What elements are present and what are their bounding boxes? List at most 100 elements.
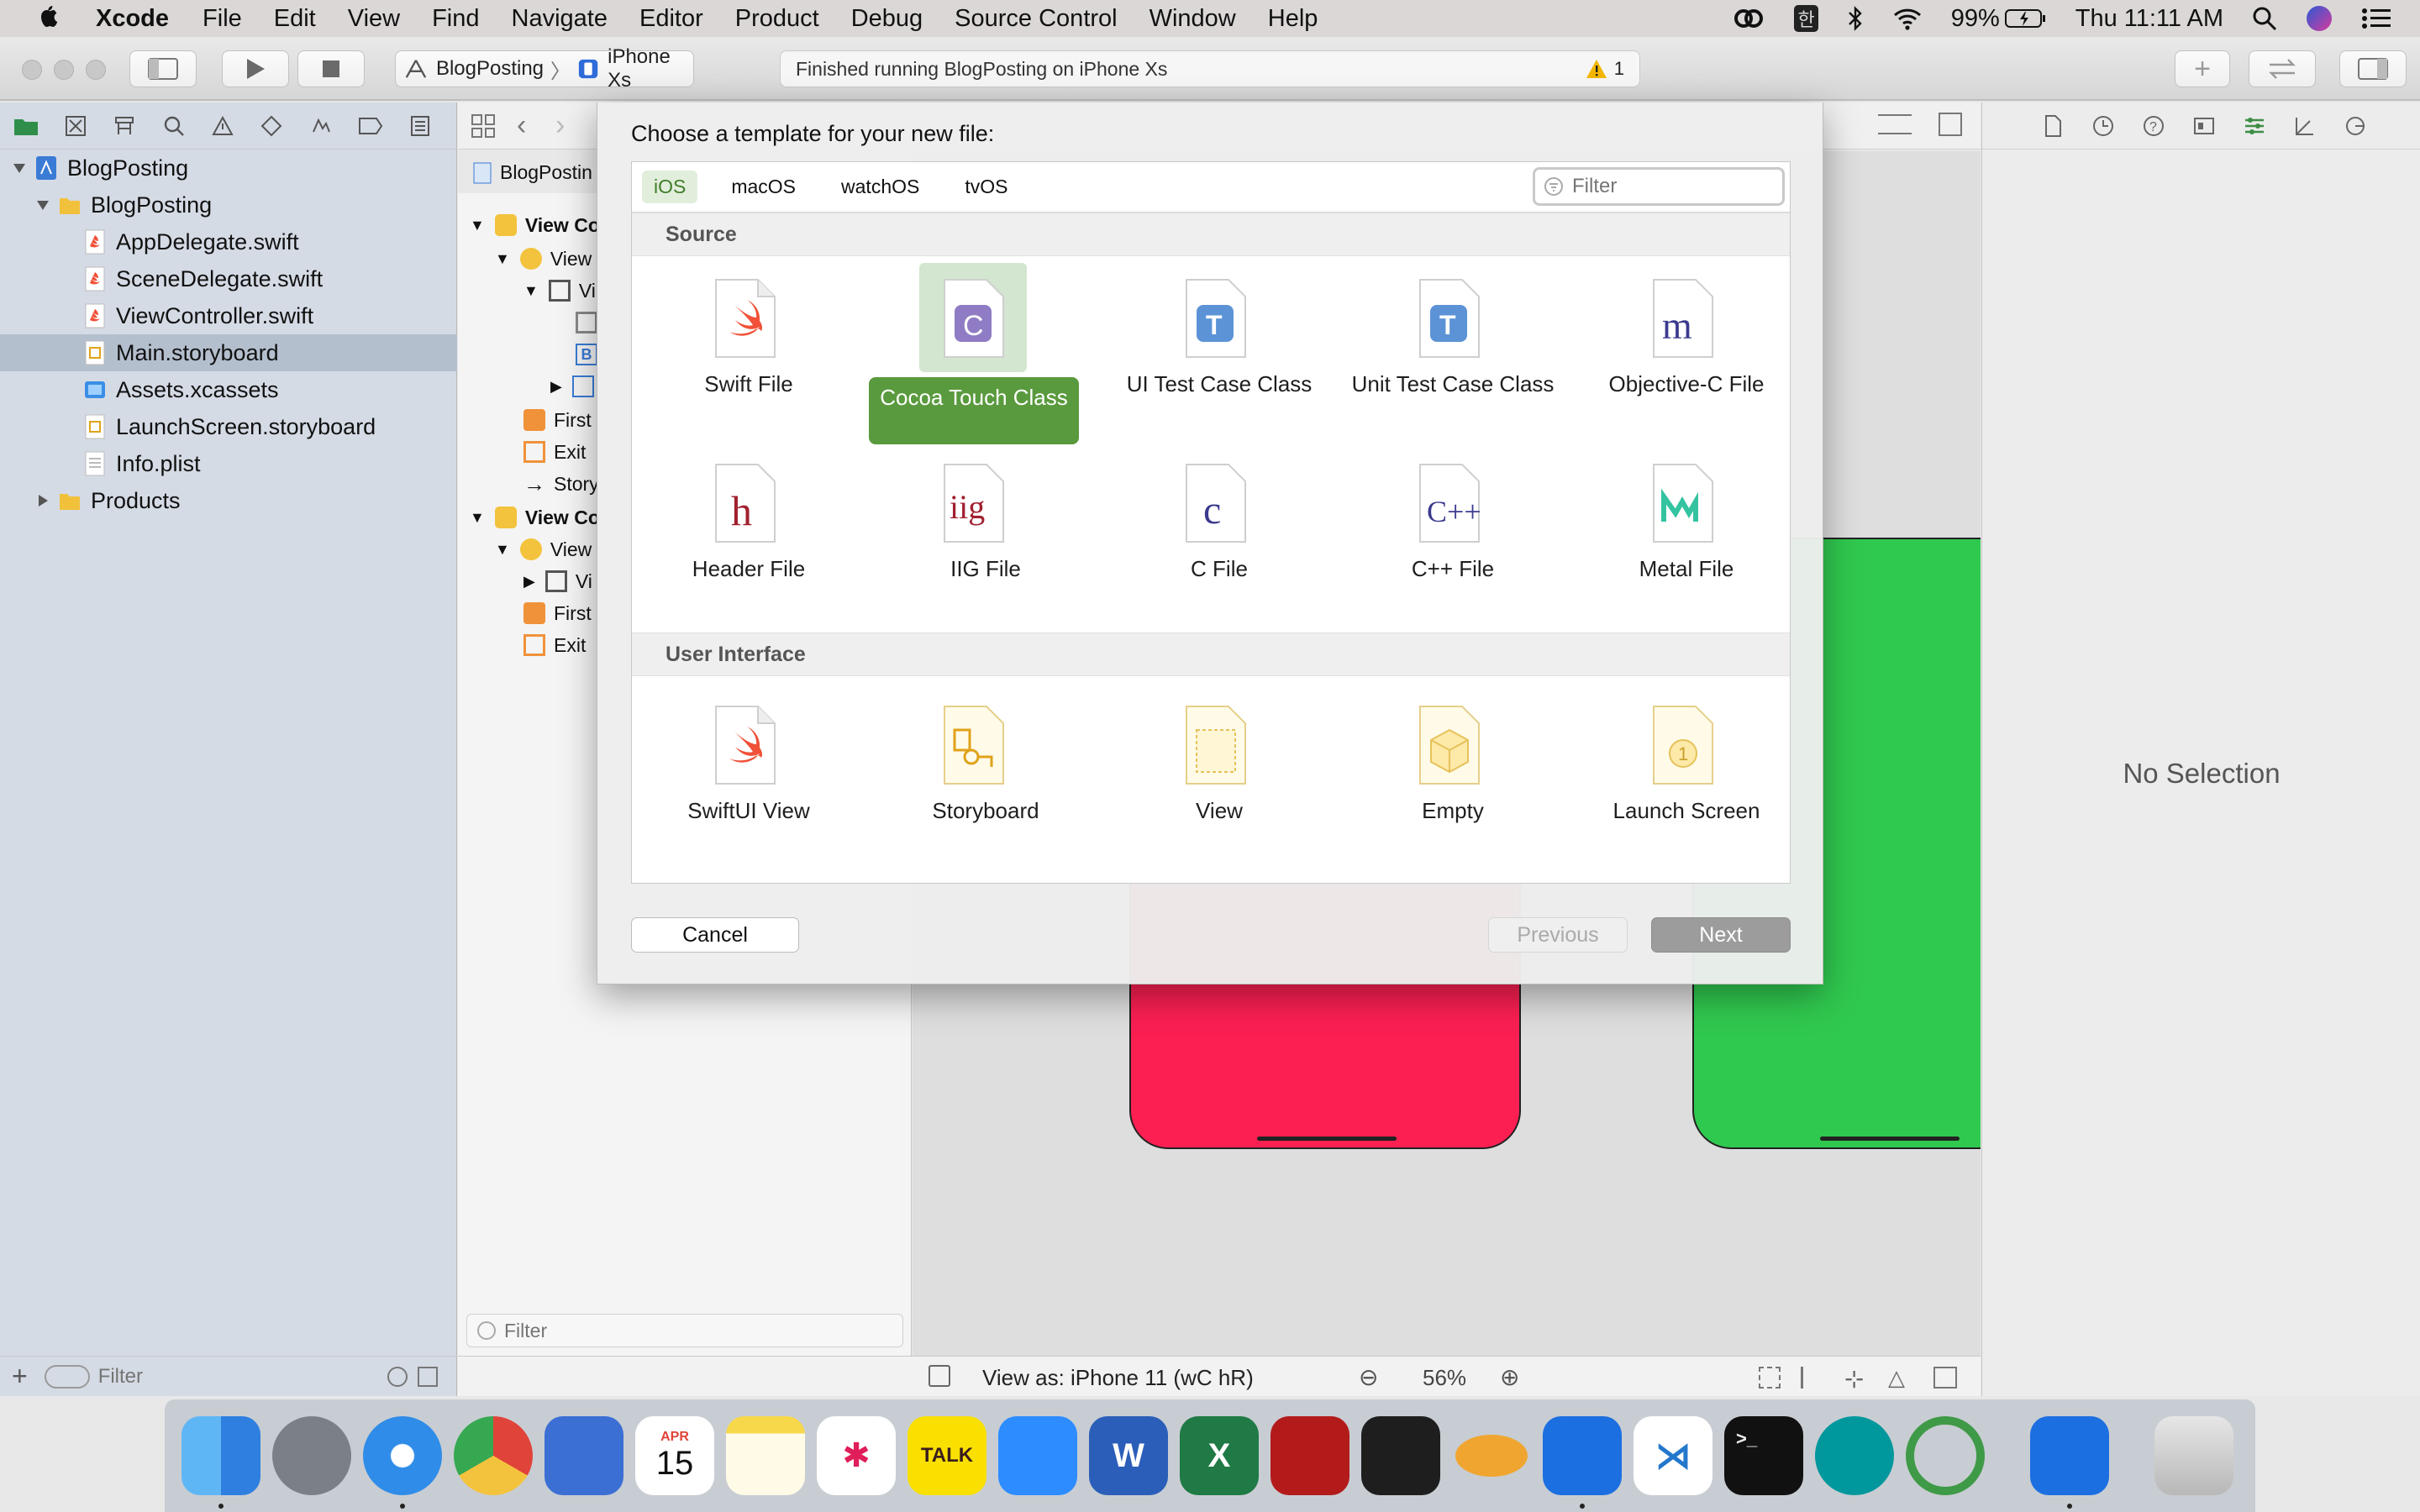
battery-status[interactable]: 99% bbox=[1951, 5, 2047, 33]
disclosure-down-icon[interactable] bbox=[35, 197, 50, 213]
breakpoint-navigator-icon[interactable] bbox=[358, 113, 383, 139]
menu-editor[interactable]: Editor bbox=[639, 5, 703, 33]
disclosure-down-icon[interactable]: ▼ bbox=[470, 217, 485, 234]
outline-first-responder[interactable]: First bbox=[523, 405, 592, 435]
lines-icon[interactable] bbox=[1878, 114, 1912, 134]
folder-icon[interactable] bbox=[13, 113, 39, 139]
bluetooth-icon[interactable] bbox=[1847, 5, 1864, 32]
outline-element[interactable]: B bbox=[576, 339, 597, 370]
menu-find[interactable]: Find bbox=[432, 5, 479, 33]
toggle-outline-icon[interactable] bbox=[929, 1365, 950, 1387]
apple-icon[interactable] bbox=[34, 3, 64, 34]
debug-navigator-icon[interactable] bbox=[308, 113, 332, 139]
forward-chevron-icon[interactable]: › bbox=[555, 109, 565, 142]
jump-bar-file[interactable]: BlogPostin bbox=[473, 161, 592, 184]
template-cpp-file[interactable]: C++ C++ File bbox=[1336, 444, 1570, 621]
menu-file[interactable]: File bbox=[203, 5, 242, 33]
disclosure-down-icon[interactable]: ▼ bbox=[495, 541, 510, 559]
template-filter-field[interactable] bbox=[1533, 167, 1785, 206]
recent-files-icon[interactable] bbox=[387, 1366, 408, 1387]
creative-cloud-icon[interactable] bbox=[1732, 6, 1765, 31]
arduino-icon[interactable] bbox=[1815, 1416, 1894, 1495]
add-editor-icon[interactable] bbox=[1939, 113, 1962, 136]
scheme-selector[interactable]: BlogPosting 〉 iPhone Xs bbox=[395, 45, 694, 92]
launchpad-icon[interactable] bbox=[272, 1416, 351, 1495]
align-icon[interactable] bbox=[1801, 1367, 1823, 1389]
zoom-in-icon[interactable]: ⊕ bbox=[1500, 1363, 1519, 1391]
zoom-window-button[interactable] bbox=[86, 60, 106, 80]
template-filter-input[interactable] bbox=[1572, 175, 1774, 198]
search-icon[interactable] bbox=[162, 113, 186, 139]
history-inspector-icon[interactable] bbox=[2091, 114, 2115, 138]
tab-macos[interactable]: macOS bbox=[719, 171, 808, 203]
xcode-icon[interactable] bbox=[1543, 1416, 1622, 1509]
zoom-icon[interactable] bbox=[998, 1416, 1077, 1495]
template-launch-screen[interactable]: 1 Launch Screen bbox=[1570, 686, 1803, 863]
outline-exit[interactable]: Exit bbox=[523, 437, 586, 467]
navigator-item-file[interactable]: SceneDelegate.swift bbox=[0, 260, 457, 297]
navigator-item-file[interactable]: ViewController.swift bbox=[0, 297, 457, 334]
input-source-icon[interactable]: 한 bbox=[1794, 5, 1818, 32]
outline-controller[interactable]: ▼ View bbox=[495, 534, 592, 564]
file-inspector-icon[interactable] bbox=[2041, 114, 2065, 138]
identity-inspector-icon[interactable] bbox=[2192, 114, 2216, 138]
template-unit-test-case-class[interactable]: T Unit Test Case Class bbox=[1336, 260, 1570, 436]
help-inspector-icon[interactable]: ? bbox=[2142, 114, 2165, 138]
word-icon[interactable]: W bbox=[1089, 1416, 1168, 1495]
template-storyboard[interactable]: Storyboard bbox=[869, 686, 1102, 863]
template-empty[interactable]: Empty bbox=[1336, 686, 1570, 863]
disclosure-down-icon[interactable]: ▼ bbox=[470, 509, 485, 527]
issue-navigator-icon[interactable] bbox=[211, 113, 234, 139]
outline-storyboard-entry[interactable]: → Story bbox=[523, 469, 599, 499]
tab-watchos[interactable]: watchOS bbox=[829, 171, 931, 203]
trash-icon[interactable] bbox=[2154, 1416, 2233, 1495]
navigator-item-group[interactable]: BlogPosting bbox=[0, 186, 457, 223]
outline-view[interactable]: ▶ Vi bbox=[523, 566, 592, 596]
spotlight-icon[interactable] bbox=[2252, 6, 2277, 31]
outline-scene[interactable]: ▼ View Co bbox=[470, 210, 600, 240]
navigator-item-file-selected[interactable]: Main.storyboard bbox=[0, 334, 457, 371]
toggle-inspector-button[interactable] bbox=[2339, 50, 2407, 87]
attributes-inspector-icon[interactable] bbox=[2243, 114, 2266, 138]
outline-first-responder[interactable]: First bbox=[523, 598, 592, 628]
menu-help[interactable]: Help bbox=[1268, 5, 1318, 33]
toggle-navigator-button[interactable] bbox=[129, 50, 197, 87]
stop-button[interactable] bbox=[297, 50, 365, 87]
scm-filter-icon[interactable] bbox=[417, 1366, 438, 1387]
menu-app-name[interactable]: Xcode bbox=[96, 5, 169, 33]
vscode-icon[interactable]: ⋊ bbox=[1634, 1416, 1712, 1495]
previous-button[interactable]: Previous bbox=[1488, 917, 1628, 953]
menu-view[interactable]: View bbox=[348, 5, 400, 33]
add-constraints-icon[interactable]: ⊹ bbox=[1844, 1365, 1864, 1393]
outline-scene[interactable]: ▼ View Co bbox=[470, 502, 600, 533]
siri-icon[interactable] bbox=[2306, 5, 2333, 32]
excel-icon[interactable]: X bbox=[1180, 1416, 1259, 1495]
template-iig-file[interactable]: iig IIG File bbox=[869, 444, 1102, 621]
outline-element[interactable]: ▶ bbox=[550, 371, 594, 402]
test-navigator-icon[interactable] bbox=[260, 113, 283, 139]
menu-edit[interactable]: Edit bbox=[274, 5, 316, 33]
resolve-issues-icon[interactable]: △ bbox=[1888, 1365, 1905, 1391]
activity-status[interactable]: Finished running BlogPosting on iPhone X… bbox=[780, 50, 1640, 87]
template-ui-test-case-class[interactable]: T UI Test Case Class bbox=[1102, 260, 1336, 436]
connections-inspector-icon[interactable] bbox=[2344, 114, 2367, 138]
back-chevron-icon[interactable]: ‹ bbox=[517, 109, 526, 142]
symbol-navigator-icon[interactable] bbox=[113, 113, 136, 139]
template-header-file[interactable]: h Header File bbox=[632, 444, 865, 621]
outline-view[interactable]: ▼ Vi bbox=[523, 276, 596, 306]
kakaotalk-icon[interactable]: TALK bbox=[908, 1416, 986, 1495]
minimize-window-button[interactable] bbox=[54, 60, 74, 80]
next-button[interactable]: Next bbox=[1651, 917, 1791, 953]
template-swiftui-view[interactable]: SwiftUI View bbox=[632, 686, 865, 863]
source-control-navigator-icon[interactable] bbox=[64, 113, 87, 139]
outline-exit[interactable]: Exit bbox=[523, 630, 586, 660]
template-view[interactable]: View bbox=[1102, 686, 1336, 863]
menu-product[interactable]: Product bbox=[735, 5, 819, 33]
outline-controller[interactable]: ▼ View bbox=[495, 244, 592, 274]
template-swift-file[interactable]: Swift File bbox=[632, 260, 865, 436]
zoom-out-icon[interactable]: ⊖ bbox=[1359, 1363, 1378, 1391]
update-frames-icon[interactable] bbox=[1759, 1367, 1781, 1389]
wifi-icon[interactable] bbox=[1892, 7, 1923, 30]
code-review-button[interactable] bbox=[2249, 50, 2316, 87]
report-navigator-icon[interactable] bbox=[408, 113, 432, 139]
